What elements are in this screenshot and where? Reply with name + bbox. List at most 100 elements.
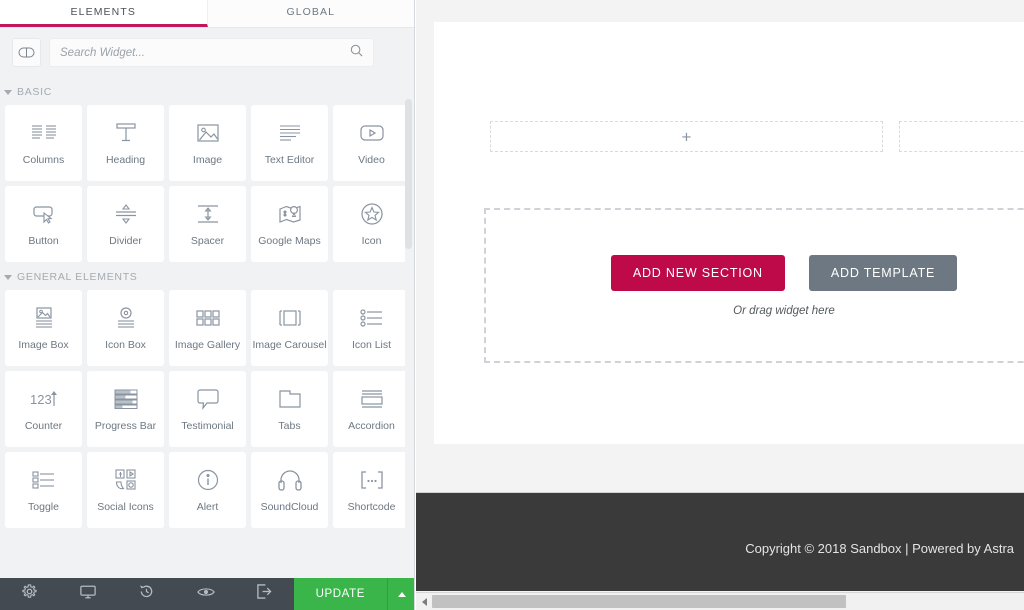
- image-gallery-icon: [193, 305, 223, 331]
- settings-button[interactable]: [0, 578, 59, 610]
- widget-google-maps[interactable]: Google Maps: [251, 186, 328, 262]
- widget-label: Heading: [105, 154, 146, 166]
- tabs-icon: [275, 386, 305, 412]
- widget-label: Image: [192, 154, 223, 166]
- widget-button[interactable]: Button: [5, 186, 82, 262]
- widget-columns[interactable]: Columns: [5, 105, 82, 181]
- empty-column-dropzone-2[interactable]: [899, 121, 1024, 152]
- spacer-icon: [193, 201, 223, 227]
- scroll-left-button[interactable]: [416, 593, 432, 610]
- footer-copyright-text: Copyright © 2018 Sandbox | Powered by As…: [745, 541, 1014, 556]
- category-title: GENERAL ELEMENTS: [17, 271, 138, 283]
- widget-image-gallery[interactable]: Image Gallery: [169, 290, 246, 366]
- columns-icon: [29, 120, 59, 146]
- update-button[interactable]: UPDATE: [293, 578, 387, 610]
- widget-image-carousel[interactable]: Image Carousel: [251, 290, 328, 366]
- social-icons-icon: [111, 467, 141, 493]
- widget-tabs[interactable]: Tabs: [251, 371, 328, 447]
- widget-progress-bar[interactable]: Progress Bar: [87, 371, 164, 447]
- exit-icon: [256, 584, 272, 604]
- widget-label: Tabs: [278, 420, 301, 432]
- toggle-icon: [29, 467, 59, 493]
- text-editor-icon: [275, 120, 305, 146]
- icon-list-icon: [357, 305, 387, 331]
- category-header-basic[interactable]: BASIC: [0, 77, 414, 105]
- add-template-button[interactable]: ADD TEMPLATE: [808, 254, 958, 291]
- widget-video[interactable]: Video: [333, 105, 410, 181]
- add-new-section-area[interactable]: ADD NEW SECTION ADD TEMPLATE Or drag wid…: [484, 208, 1024, 363]
- search-widget-box[interactable]: [49, 38, 374, 67]
- widget-accordion[interactable]: Accordion: [333, 371, 410, 447]
- category-header-general-elements[interactable]: GENERAL ELEMENTS: [0, 262, 414, 290]
- star-icon: [357, 201, 387, 227]
- widget-label: Spacer: [190, 235, 225, 247]
- page-content-area: + ADD NEW SECTION ADD TEMPLATE Or drag w…: [434, 22, 1024, 444]
- search-icon: [350, 44, 363, 62]
- revision-history-button[interactable]: [117, 578, 176, 610]
- add-new-section-label: ADD NEW SECTION: [632, 265, 763, 280]
- google-maps-icon: [275, 201, 305, 227]
- preview-canvas: + ADD NEW SECTION ADD TEMPLATE Or drag w…: [416, 0, 1024, 610]
- widget-divider[interactable]: Divider: [87, 186, 164, 262]
- widget-image[interactable]: Image: [169, 105, 246, 181]
- elementor-widget-panel: ELEMENTS GLOBAL Search Widget... BASIC C…: [0, 0, 415, 610]
- widget-label: Button: [28, 235, 59, 247]
- widget-label: Image Carousel: [252, 339, 327, 351]
- heading-icon: [111, 120, 141, 146]
- widget-label: Text Editor: [264, 154, 315, 166]
- drag-widget-hint: Or drag widget here: [733, 304, 835, 317]
- tab-global[interactable]: GLOBAL: [207, 0, 414, 27]
- widget-heading[interactable]: Heading: [87, 105, 164, 181]
- widget-counter[interactable]: 123 Counter: [5, 371, 82, 447]
- widget-spacer[interactable]: Spacer: [169, 186, 246, 262]
- widget-label: Testimonial: [181, 420, 234, 432]
- widget-label: Icon Box: [105, 339, 146, 351]
- tab-elements-label: ELEMENTS: [70, 6, 136, 18]
- menu-toggle-icon[interactable]: [12, 38, 41, 67]
- widget-label: Icon: [361, 235, 382, 247]
- widget-soundcloud[interactable]: SoundCloud: [251, 452, 328, 528]
- widget-testimonial[interactable]: Testimonial: [169, 371, 246, 447]
- widget-label: Counter: [24, 420, 63, 432]
- widget-image-box[interactable]: Image Box: [5, 290, 82, 366]
- progress-bar-icon: [111, 386, 141, 412]
- widget-grid-general-elements: Image Box Icon Box Image Gallery Image C…: [0, 290, 414, 528]
- widget-text-editor[interactable]: Text Editor: [251, 105, 328, 181]
- horizontal-scrollbar-thumb[interactable]: [432, 595, 846, 608]
- site-footer: Copyright © 2018 Sandbox | Powered by As…: [416, 492, 1024, 591]
- widget-icon[interactable]: Icon: [333, 186, 410, 262]
- image-carousel-icon: [275, 305, 305, 331]
- responsive-mode-button[interactable]: [59, 578, 118, 610]
- gear-icon: [22, 584, 37, 604]
- divider-icon: [111, 201, 141, 227]
- update-label: UPDATE: [315, 588, 365, 600]
- widget-label: Divider: [109, 235, 142, 247]
- elementor-editor: ELEMENTS GLOBAL Search Widget... BASIC C…: [0, 0, 1024, 610]
- canvas-horizontal-scrollbar[interactable]: [416, 592, 1024, 610]
- widget-icon-box[interactable]: Icon Box: [87, 290, 164, 366]
- widget-shortcode[interactable]: Shortcode: [333, 452, 410, 528]
- widget-label: Image Gallery: [174, 339, 241, 351]
- add-section-buttons: ADD NEW SECTION ADD TEMPLATE: [610, 254, 958, 291]
- panel-scrollbar-thumb[interactable]: [405, 99, 412, 249]
- widget-alert[interactable]: Alert: [169, 452, 246, 528]
- widget-icon-list[interactable]: Icon List: [333, 290, 410, 366]
- category-title: BASIC: [17, 86, 53, 98]
- panel-scrollbar-track[interactable]: [405, 77, 413, 570]
- preview-changes-button[interactable]: [176, 578, 235, 610]
- widget-social-icons[interactable]: Social Icons: [87, 452, 164, 528]
- widget-label: Social Icons: [97, 501, 154, 513]
- empty-column-dropzone-1[interactable]: +: [490, 121, 883, 152]
- testimonial-icon: [193, 386, 223, 412]
- exit-to-dashboard-button[interactable]: [235, 578, 294, 610]
- image-box-icon: [29, 305, 59, 331]
- search-input[interactable]: [60, 46, 350, 59]
- icon-box-icon: [111, 305, 141, 331]
- video-icon: [357, 120, 387, 146]
- widget-label: Accordion: [348, 420, 395, 432]
- update-options-button[interactable]: [387, 578, 414, 610]
- add-new-section-button[interactable]: ADD NEW SECTION: [610, 254, 785, 291]
- tab-elements[interactable]: ELEMENTS: [0, 0, 208, 27]
- eye-icon: [196, 585, 215, 603]
- widget-toggle[interactable]: Toggle: [5, 452, 82, 528]
